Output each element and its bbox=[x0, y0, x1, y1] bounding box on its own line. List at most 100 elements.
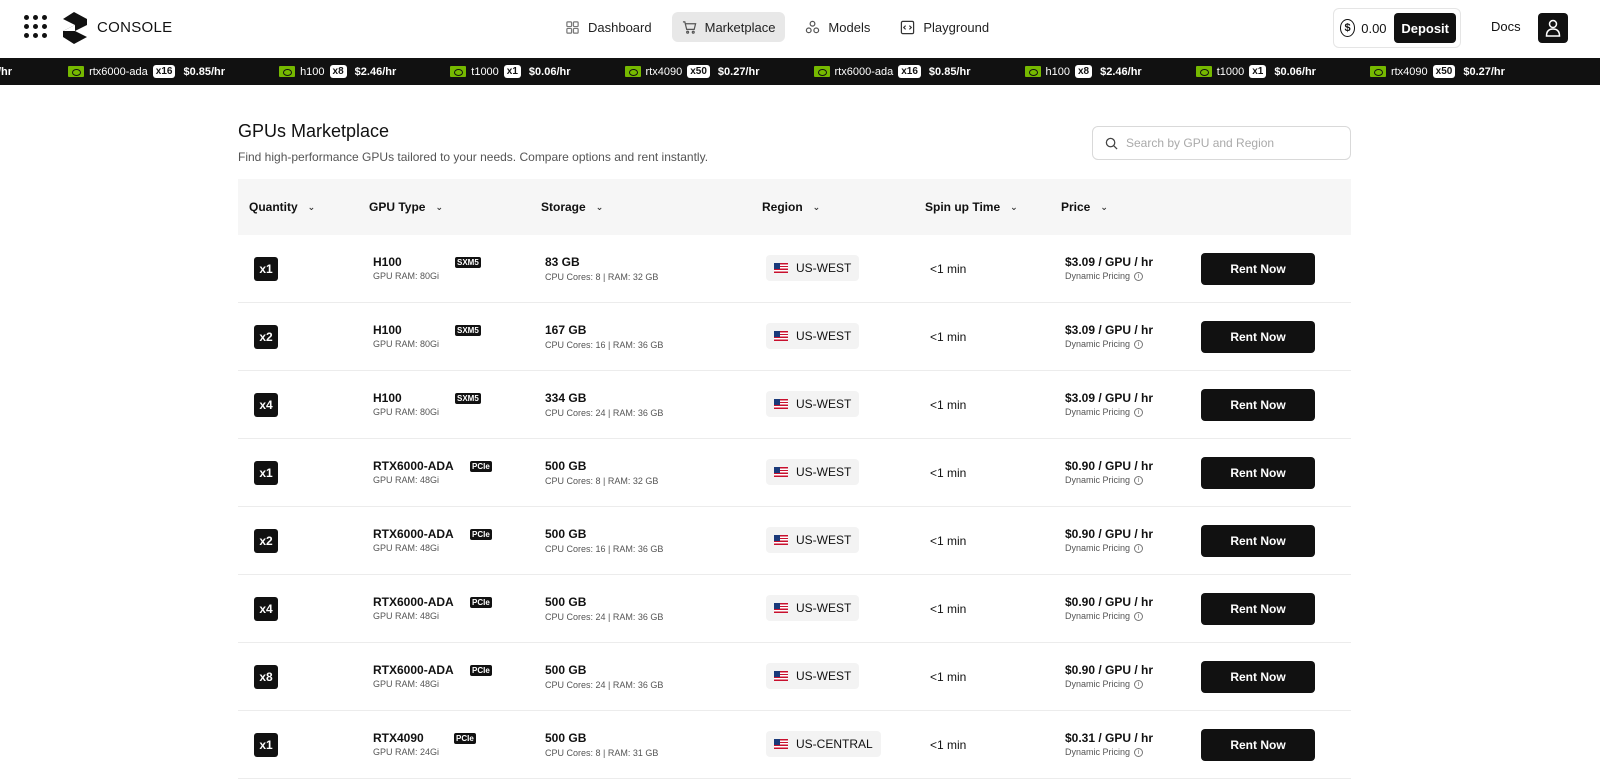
storage-size: 500 GB bbox=[545, 595, 587, 609]
column-quantity[interactable]: Quantity ⌄ bbox=[249, 179, 315, 235]
nav-marketplace[interactable]: Marketplace bbox=[671, 12, 786, 42]
quantity-badge: x4 bbox=[254, 393, 278, 417]
cpu-ram-info: CPU Cores: 24 | RAM: 36 GB bbox=[545, 612, 664, 622]
rent-now-button[interactable]: Rent Now bbox=[1201, 593, 1315, 625]
price: $3.09 / GPU / hr bbox=[1065, 391, 1154, 405]
user-menu-button[interactable] bbox=[1538, 13, 1568, 43]
gpu-name: RTX6000-ADA bbox=[373, 459, 454, 473]
ticker-qty-badge: x50 bbox=[687, 65, 710, 78]
rent-now-button[interactable]: Rent Now bbox=[1201, 661, 1315, 693]
nav-marketplace-label: Marketplace bbox=[704, 19, 776, 35]
nav-dashboard-label: Dashboard bbox=[588, 19, 652, 35]
column-price[interactable]: Price ⌄ bbox=[1061, 179, 1108, 235]
dynamic-pricing-note: Dynamic Pricing i bbox=[1065, 543, 1144, 553]
nvidia-icon bbox=[813, 66, 830, 77]
form-factor-badge: SXM5 bbox=[455, 257, 481, 268]
balance-amount: 0.00 bbox=[1361, 20, 1387, 36]
rent-now-button[interactable]: Rent Now bbox=[1201, 525, 1315, 557]
apps-grid-icon[interactable] bbox=[24, 15, 48, 39]
dynamic-pricing-note: Dynamic Pricing i bbox=[1065, 407, 1144, 417]
ticker-qty-badge: x16 bbox=[898, 65, 921, 78]
column-spin-up-time[interactable]: Spin up Time ⌄ bbox=[925, 179, 1018, 235]
dynamic-pricing-note: Dynamic Pricing i bbox=[1065, 611, 1144, 621]
rent-now-button[interactable]: Rent Now bbox=[1201, 729, 1315, 761]
quantity-badge: x2 bbox=[254, 325, 278, 349]
quantity-badge: x4 bbox=[254, 597, 278, 621]
table-header: Quantity ⌄ GPU Type ⌄ Storage ⌄ Region ⌄ Spi… bbox=[238, 179, 1351, 235]
quantity-badge: x1 bbox=[254, 257, 278, 281]
gpu-ram: GPU RAM: 80Gi bbox=[373, 407, 440, 417]
quantity-badge: x2 bbox=[254, 529, 278, 553]
column-storage[interactable]: Storage ⌄ bbox=[541, 179, 603, 235]
table-row: x1 RTX6000-ADA GPU RAM: 48Gi PCIe 500 GB CPU … bbox=[238, 439, 1351, 507]
search-box bbox=[1092, 126, 1351, 160]
price: $0.90 / GPU / hr bbox=[1065, 527, 1154, 541]
column-region[interactable]: Region ⌄ bbox=[762, 179, 820, 235]
table-body: x1 H100 GPU RAM: 80Gi SXM5 83 GB CPU Cores: 8… bbox=[238, 235, 1351, 779]
ticker-price: $0.85/hr bbox=[183, 65, 226, 78]
region-chip: US-WEST bbox=[766, 663, 860, 689]
search-input[interactable] bbox=[1126, 136, 1336, 150]
ticker-qty-badge: x8 bbox=[329, 65, 347, 78]
info-icon[interactable]: i bbox=[1134, 611, 1144, 621]
form-factor-badge: PCIe bbox=[470, 461, 492, 472]
nvidia-icon bbox=[450, 66, 467, 77]
storage-size: 167 GB bbox=[545, 323, 587, 337]
docs-link[interactable]: Docs bbox=[1491, 19, 1521, 34]
region-label: US-CENTRAL bbox=[796, 737, 873, 751]
us-flag-icon bbox=[774, 671, 788, 681]
rent-now-button[interactable]: Rent Now bbox=[1201, 253, 1315, 285]
chevron-down-icon: ⌄ bbox=[435, 201, 444, 212]
spin-up-time: <1 min bbox=[930, 466, 967, 480]
ticker-gpu-name: h100 bbox=[1045, 65, 1070, 78]
region-label: US-WEST bbox=[796, 465, 852, 479]
form-factor-badge: PCIe bbox=[470, 529, 492, 540]
gpu-ram: GPU RAM: 48Gi bbox=[373, 679, 440, 689]
pricing-label: Dynamic Pricing bbox=[1065, 679, 1131, 689]
ticker-item: t1000 x1 $0.06/hr bbox=[1195, 65, 1316, 78]
gpu-ram: GPU RAM: 48Gi bbox=[373, 475, 440, 485]
region-label: US-WEST bbox=[796, 601, 852, 615]
rent-now-button[interactable]: Rent Now bbox=[1201, 457, 1315, 489]
rent-now-button[interactable]: Rent Now bbox=[1201, 389, 1315, 421]
info-icon[interactable]: i bbox=[1134, 475, 1144, 485]
chevron-down-icon: ⌄ bbox=[595, 201, 604, 212]
storage-size: 500 GB bbox=[545, 527, 587, 541]
chevron-down-icon: ⌄ bbox=[307, 201, 316, 212]
region-chip: US-WEST bbox=[766, 255, 860, 281]
table-row: x1 H100 GPU RAM: 80Gi SXM5 83 GB CPU Cores: 8… bbox=[238, 235, 1351, 303]
column-quantity-label: Quantity bbox=[249, 200, 298, 214]
info-icon[interactable]: i bbox=[1134, 543, 1144, 553]
storage-size: 83 GB bbox=[545, 255, 580, 269]
ticker-gpu-name: rtx6000-ada bbox=[89, 65, 148, 78]
column-gpu-type[interactable]: GPU Type ⌄ bbox=[369, 179, 443, 235]
info-icon[interactable]: i bbox=[1134, 747, 1144, 757]
info-icon[interactable]: i bbox=[1134, 271, 1144, 281]
form-factor-badge: PCIe bbox=[470, 597, 492, 608]
region-label: US-WEST bbox=[796, 669, 852, 683]
ticker-item: h100 x8 $2.46/hr bbox=[1024, 65, 1142, 78]
rent-now-button[interactable]: Rent Now bbox=[1201, 321, 1315, 353]
nav-dashboard[interactable]: Dashboard bbox=[555, 12, 662, 42]
nav-playground[interactable]: Playground bbox=[890, 12, 999, 42]
us-flag-icon bbox=[774, 739, 788, 749]
dollar-icon: $ bbox=[1340, 19, 1356, 37]
nvidia-icon bbox=[279, 66, 296, 77]
deposit-button[interactable]: Deposit bbox=[1394, 13, 1456, 43]
nav-models[interactable]: Models bbox=[795, 12, 880, 42]
info-icon[interactable]: i bbox=[1134, 407, 1144, 417]
ticker-gpu-name: t1000 bbox=[471, 65, 499, 78]
column-region-label: Region bbox=[762, 200, 803, 214]
spin-up-time: <1 min bbox=[930, 398, 967, 412]
table-row: x2 RTX6000-ADA GPU RAM: 48Gi PCIe 500 GB CPU … bbox=[238, 507, 1351, 575]
pricing-label: Dynamic Pricing bbox=[1065, 339, 1131, 349]
us-flag-icon bbox=[774, 399, 788, 409]
chevron-down-icon: ⌄ bbox=[1010, 201, 1018, 212]
column-price-label: Price bbox=[1061, 200, 1091, 214]
info-icon[interactable]: i bbox=[1134, 339, 1144, 349]
logo-icon[interactable] bbox=[60, 11, 90, 45]
storage-size: 334 GB bbox=[545, 391, 587, 405]
info-icon[interactable]: i bbox=[1134, 679, 1144, 689]
region-chip: US-WEST bbox=[766, 459, 860, 485]
ticker-price: $0.27/hr bbox=[717, 65, 760, 78]
